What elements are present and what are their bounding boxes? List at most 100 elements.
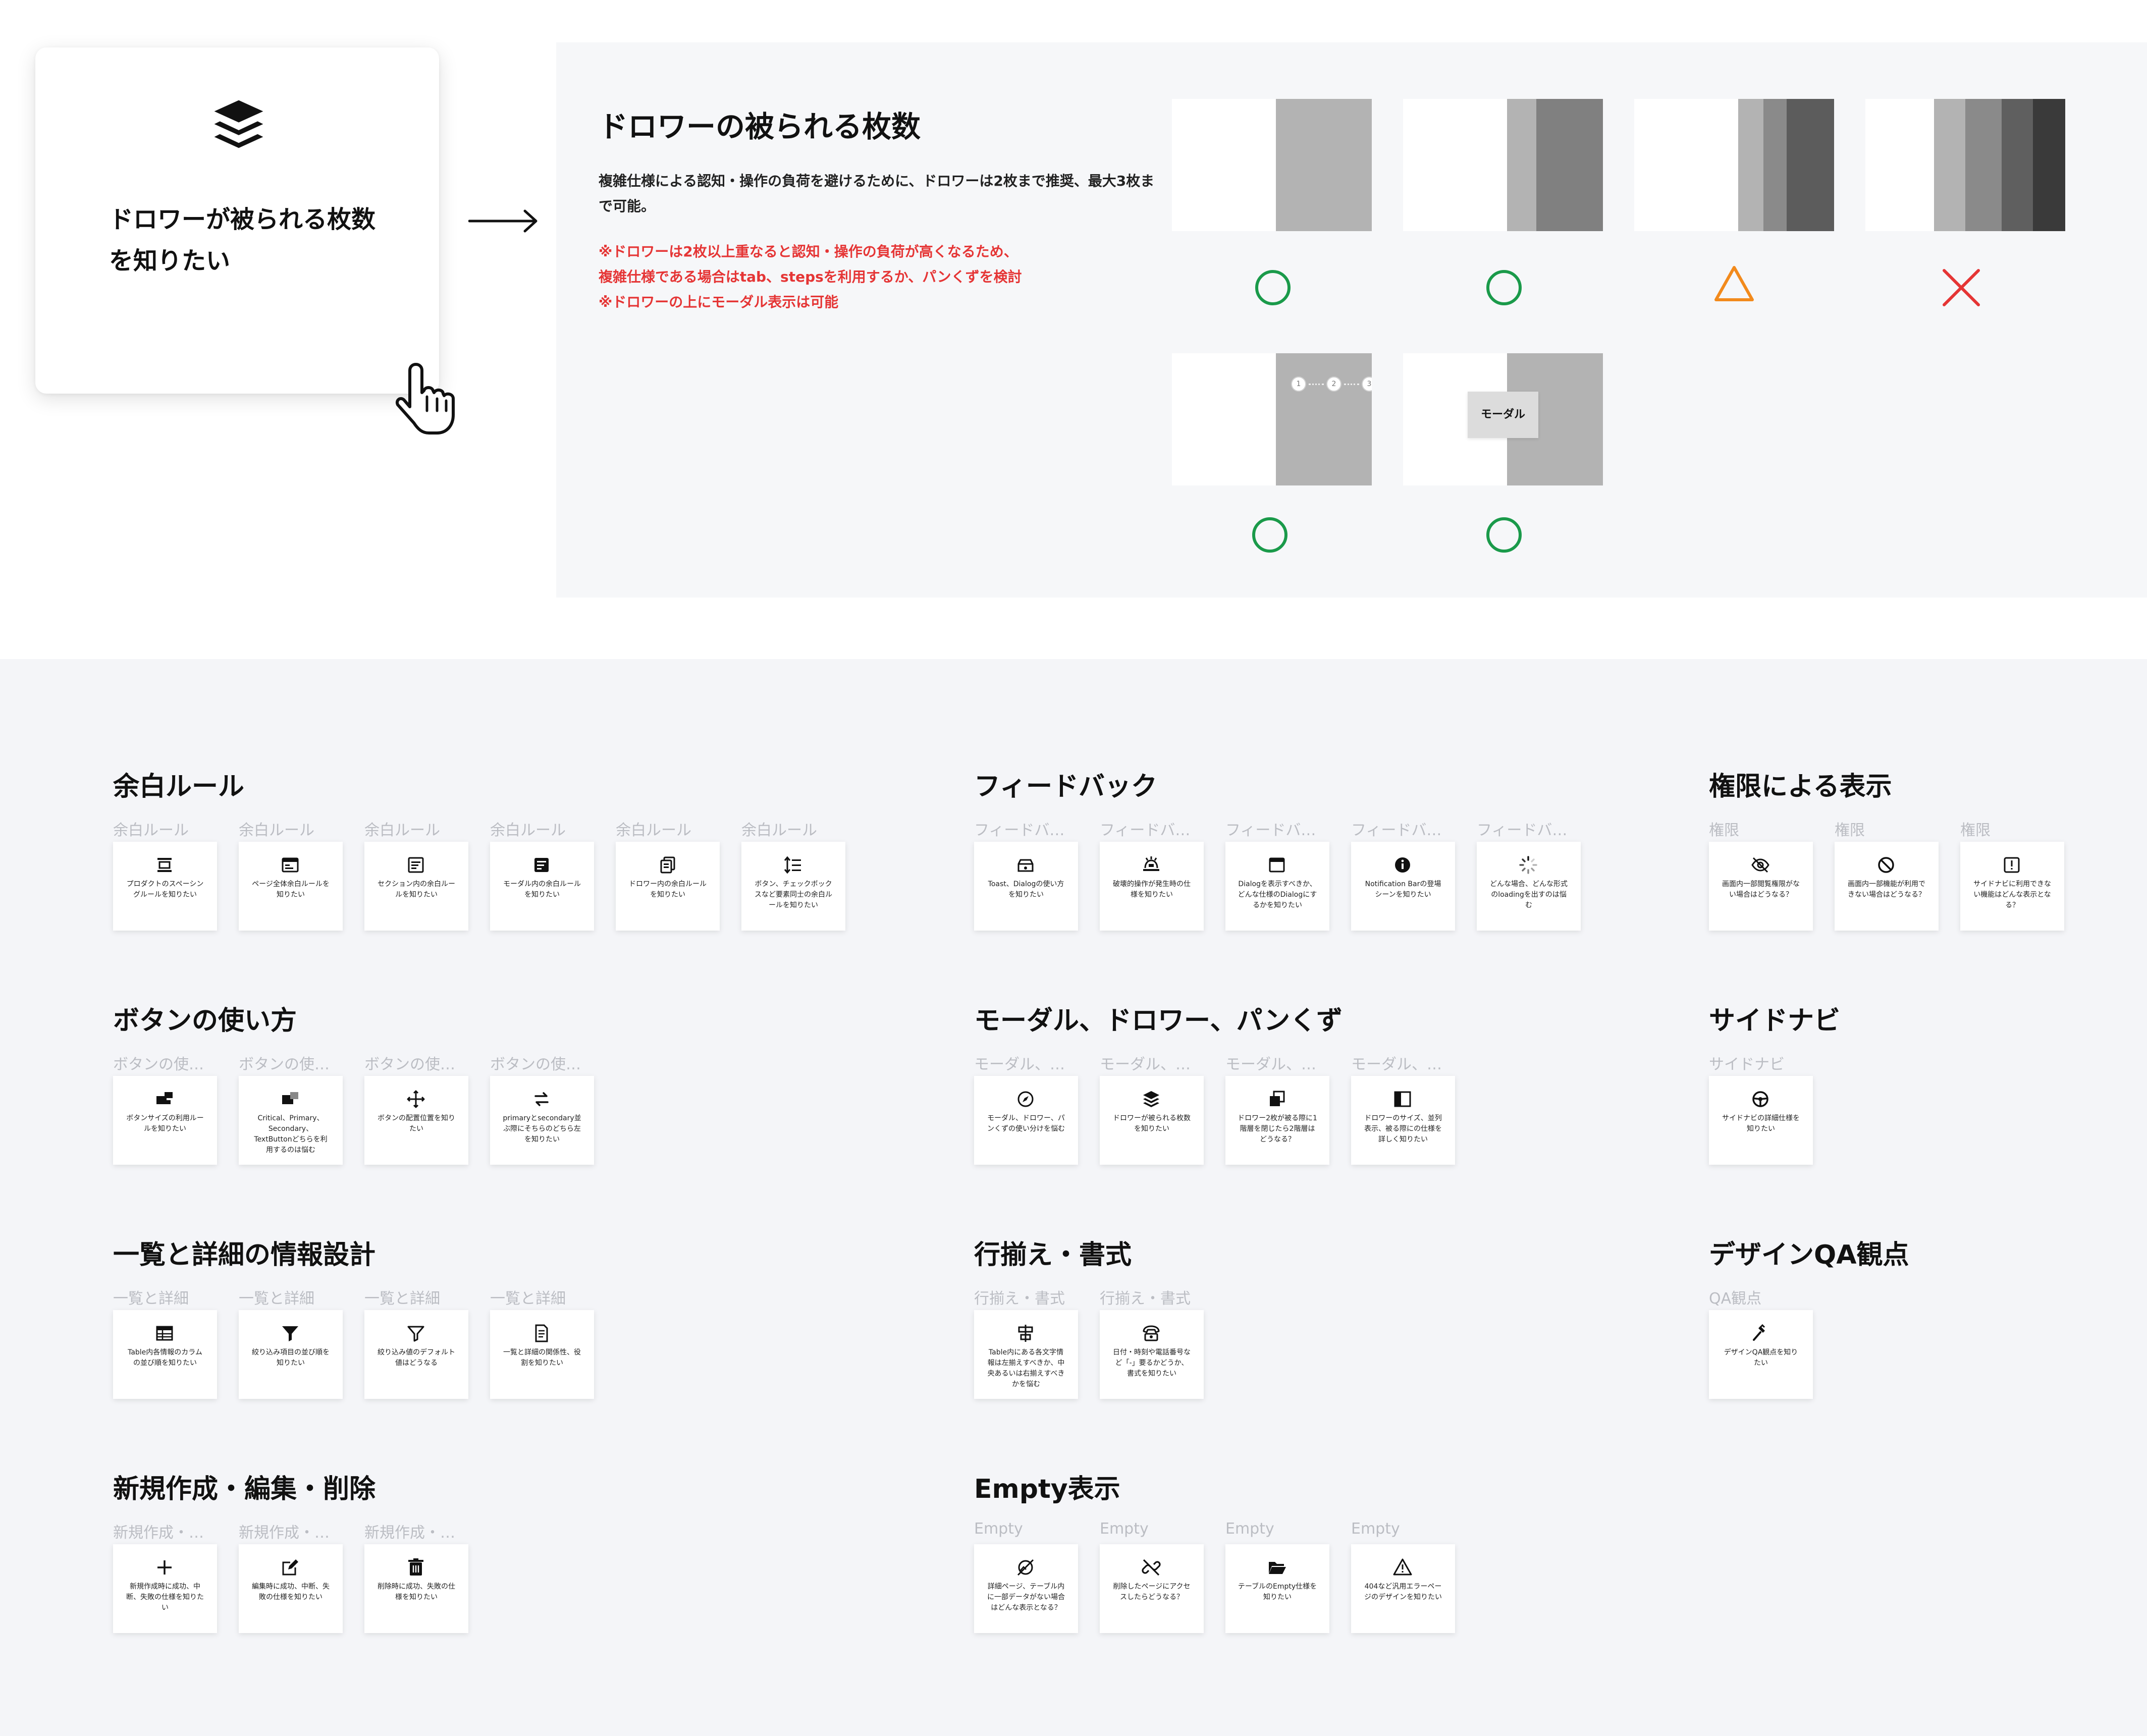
section-title: サイドナビ <box>1709 1006 1841 1036</box>
align-icon <box>1018 1325 1033 1342</box>
question-text: ドロワーが被られる枚数を知りたい <box>109 205 376 275</box>
question-card[interactable]: ドロワーのサイズ、並列表示、被る際にの仕様を詳しく知りたい <box>1351 1076 1455 1165</box>
card-question-text: ドロワーが被られる枚数を知りたい <box>1113 1114 1191 1133</box>
question-card[interactable]: 絞り込み項目の並び順を知りたい <box>239 1310 343 1399</box>
card-question-text: テーブルのEmpty仕様を知りたい <box>1238 1583 1317 1601</box>
question-card[interactable]: どんな場合、どんな形式のloadingを出すのは悩む <box>1477 842 1581 931</box>
layout-header-icon <box>157 858 172 872</box>
question-card[interactable]: ボタンサイズの利用ルールを知りたい <box>113 1076 217 1165</box>
question-card[interactable]: ドロワー2枚が被る際に1階層を閉じたら2階層はどうなる？ <box>1225 1076 1329 1165</box>
card-question-text: ドロワー内の余白ルールを知りたい <box>629 880 707 899</box>
card-question-text: 削除したページにアクセスしたらどうなる？ <box>1113 1583 1191 1601</box>
drawer-diagram-steps: 1 2 3 <box>1172 353 1372 485</box>
swap-icon <box>534 1092 549 1106</box>
question-card[interactable]: ドロワーが被られる枚数を知りたい <box>1100 1076 1204 1165</box>
button-type-icon <box>282 1092 298 1104</box>
card-question-text: Critical、Primary、Secondary、TextButtonどちら… <box>254 1114 328 1154</box>
card-category-label: モーダル、ドロワー <box>974 1056 1078 1073</box>
card-question-text: ドロワーのサイズ、並列表示、被る際にの仕様を詳しく知りたい <box>1364 1114 1442 1144</box>
section-title: モーダル、ドロワー、パンくず <box>974 1006 1343 1036</box>
section-title: ボタンの使い方 <box>113 1006 297 1036</box>
steering-icon <box>1752 1091 1768 1107</box>
card-question-text: 画面内一部機能が利用できない場合はどうなる？ <box>1848 880 1925 899</box>
question-card[interactable]: Table内にある各文字情報は左揃えすべきか、中央あるいは右揃えすべきかを悩む <box>974 1310 1078 1399</box>
card-category-label: 権限 <box>1835 822 1865 839</box>
right-arrow-icon <box>468 209 538 233</box>
question-card[interactable]: モーダル内の余白ルールを知りたい <box>490 842 594 931</box>
question-card[interactable]: 画面内一部閲覧権限がない場合はどうなる？ <box>1709 842 1813 931</box>
card-question-text: 新規作成時に成功、中断、失敗の仕様を知りたい <box>126 1583 204 1612</box>
layers-icon <box>1143 1091 1159 1107</box>
question-card[interactable]: 新規作成時に成功、中断、失敗の仕様を知りたい <box>113 1544 217 1633</box>
question-card[interactable]: 詳細ページ、テーブル内に一部データがない場合はどんな表示となる？ <box>974 1544 1078 1633</box>
question-card[interactable]: Table内各情報のカラムの並び順を知りたい <box>113 1310 217 1399</box>
question-card[interactable]: Critical、Primary、Secondary、TextButtonどちら… <box>239 1076 343 1165</box>
card-category-label: モーダル、ドロワー <box>1100 1056 1204 1073</box>
question-card[interactable]: ページ全体余白ルールを知りたい <box>239 842 343 931</box>
card-question-text: ボタン、チェックボックスなど要素同士の余白ルールを知りたい <box>755 880 832 909</box>
step-dot: 2 <box>1326 376 1341 392</box>
caution-triangle-icon <box>1714 266 1754 301</box>
question-card[interactable]: モーダル、ドロワー、パンくずの使い分けを悩む <box>974 1076 1078 1165</box>
card-question-text: ボタンの配置位置を知りたい <box>378 1114 455 1133</box>
question-card[interactable]: 画面内一部機能が利用できない場合はどうなる？ <box>1835 842 1939 931</box>
toast-icon <box>1017 859 1034 872</box>
no-image-icon <box>1017 1559 1034 1576</box>
page-layout-icon <box>282 857 299 873</box>
card-category-label: Empty <box>1351 1520 1400 1538</box>
warning-icon <box>1393 1558 1412 1576</box>
card-question-text: 絞り込み項目の並び順を知りたい <box>252 1348 330 1367</box>
question-card[interactable]: サイドナビの詳細仕様を知りたい <box>1709 1076 1813 1165</box>
spec-note: ※ドロワーは2枚以上重なると認知・操作の負荷が高くなるため、 複雑仕様である場合… <box>599 243 1022 310</box>
card-question-text: 絞り込み値のデフォルト値はどうなる <box>378 1348 455 1367</box>
question-card[interactable]: プロダクトのスペーシングルールを知りたい <box>113 842 217 931</box>
question-card[interactable]: 削除時に成功、失敗の仕様を知りたい <box>364 1544 468 1633</box>
destructive-icon <box>1143 856 1159 871</box>
question-card[interactable]: Dialogを表示すべきか、どんな仕様のDialogにするかを知りたい <box>1225 842 1329 931</box>
block-icon <box>1878 857 1894 873</box>
card-category-label: 余白ルール <box>364 822 440 839</box>
question-card[interactable]: 編集時に成功、中断、失敗の仕様を知りたい <box>239 1544 343 1633</box>
question-card[interactable]: サイドナビに利用できない機能はどんな表示となる？ <box>1960 842 2064 931</box>
card-question-text: 削除時に成功、失敗の仕様を知りたい <box>378 1583 455 1601</box>
question-card[interactable]: 日付・時刻や電話番号など「-」要るかどうか、書式を知りたい <box>1100 1310 1204 1399</box>
document-icon <box>535 1324 548 1342</box>
card-category-label: QA観点 <box>1709 1290 1762 1308</box>
section-title: Empty表示 <box>974 1474 1120 1504</box>
drawer-diagram-modal: モーダル <box>1403 353 1603 485</box>
question-card[interactable]: ドロワーが被られる枚数を知りたい <box>35 47 439 394</box>
drawer-diagram-1 <box>1172 99 1372 231</box>
card-category-label: ボタンの使い方 <box>364 1056 468 1073</box>
ok-circle-icon <box>1255 270 1291 305</box>
card-category-label: 権限 <box>1709 822 1739 839</box>
card-category-label: 余白ルール <box>490 822 566 839</box>
stepper: 1 2 3 <box>1291 376 1372 392</box>
question-card[interactable]: 一覧と詳細の関係性、役割を知りたい <box>490 1310 594 1399</box>
card-category-label: フィードバック <box>974 822 1078 839</box>
card-category-label: Empty <box>1100 1520 1149 1538</box>
question-card[interactable]: Notification Barの登場シーンを知りたい <box>1351 842 1455 931</box>
question-card[interactable]: テーブルのEmpty仕様を知りたい <box>1225 1544 1329 1633</box>
question-card[interactable]: 削除したページにアクセスしたらどうなる？ <box>1100 1544 1204 1633</box>
question-card[interactable]: primaryとsecondary並ぶ際にそちらのどちら左を知りたい <box>490 1076 594 1165</box>
question-card[interactable]: 破壊的操作が発生時の仕様を知りたい <box>1100 842 1204 931</box>
question-card[interactable]: ボタンの配置位置を知りたい <box>364 1076 468 1165</box>
question-card[interactable]: ボタン、チェックボックスなど要素同士の余白ルールを知りたい <box>741 842 845 931</box>
drawer-diagram-3 <box>1634 99 1834 231</box>
section-title: 余白ルール <box>113 772 245 802</box>
question-card[interactable]: 404など汎用エラーページのデザインを知りたい <box>1351 1544 1455 1633</box>
card-category-label: ボタンの使い方 <box>490 1056 594 1073</box>
question-card[interactable]: ドロワー内の余白ルールを知りたい <box>616 842 720 931</box>
question-card[interactable]: Toast、Dialogの使い方を知りたい <box>974 842 1078 931</box>
card-category-label: 一覧と詳細 <box>364 1290 440 1308</box>
card-question-text: 日付・時刻や電話番号など「-」要るかどうか、書式を知りたい <box>1113 1348 1191 1378</box>
ok-circle-icon <box>1252 517 1287 553</box>
card-question-text: セクション内の余白ルールを知りたい <box>378 880 455 899</box>
question-card[interactable]: デザインQA観点を知りたい <box>1709 1310 1813 1399</box>
card-question-text: 一覧と詳細の関係性、役割を知りたい <box>503 1348 581 1367</box>
question-card[interactable]: セクション内の余白ルールを知りたい <box>364 842 468 931</box>
ok-circle-icon <box>1486 270 1522 305</box>
card-category-label: 行揃え・書式 <box>1100 1290 1191 1308</box>
card-category-label: ボタンの使い方 <box>113 1056 217 1073</box>
question-card[interactable]: 絞り込み値のデフォルト値はどうなる <box>364 1310 468 1399</box>
